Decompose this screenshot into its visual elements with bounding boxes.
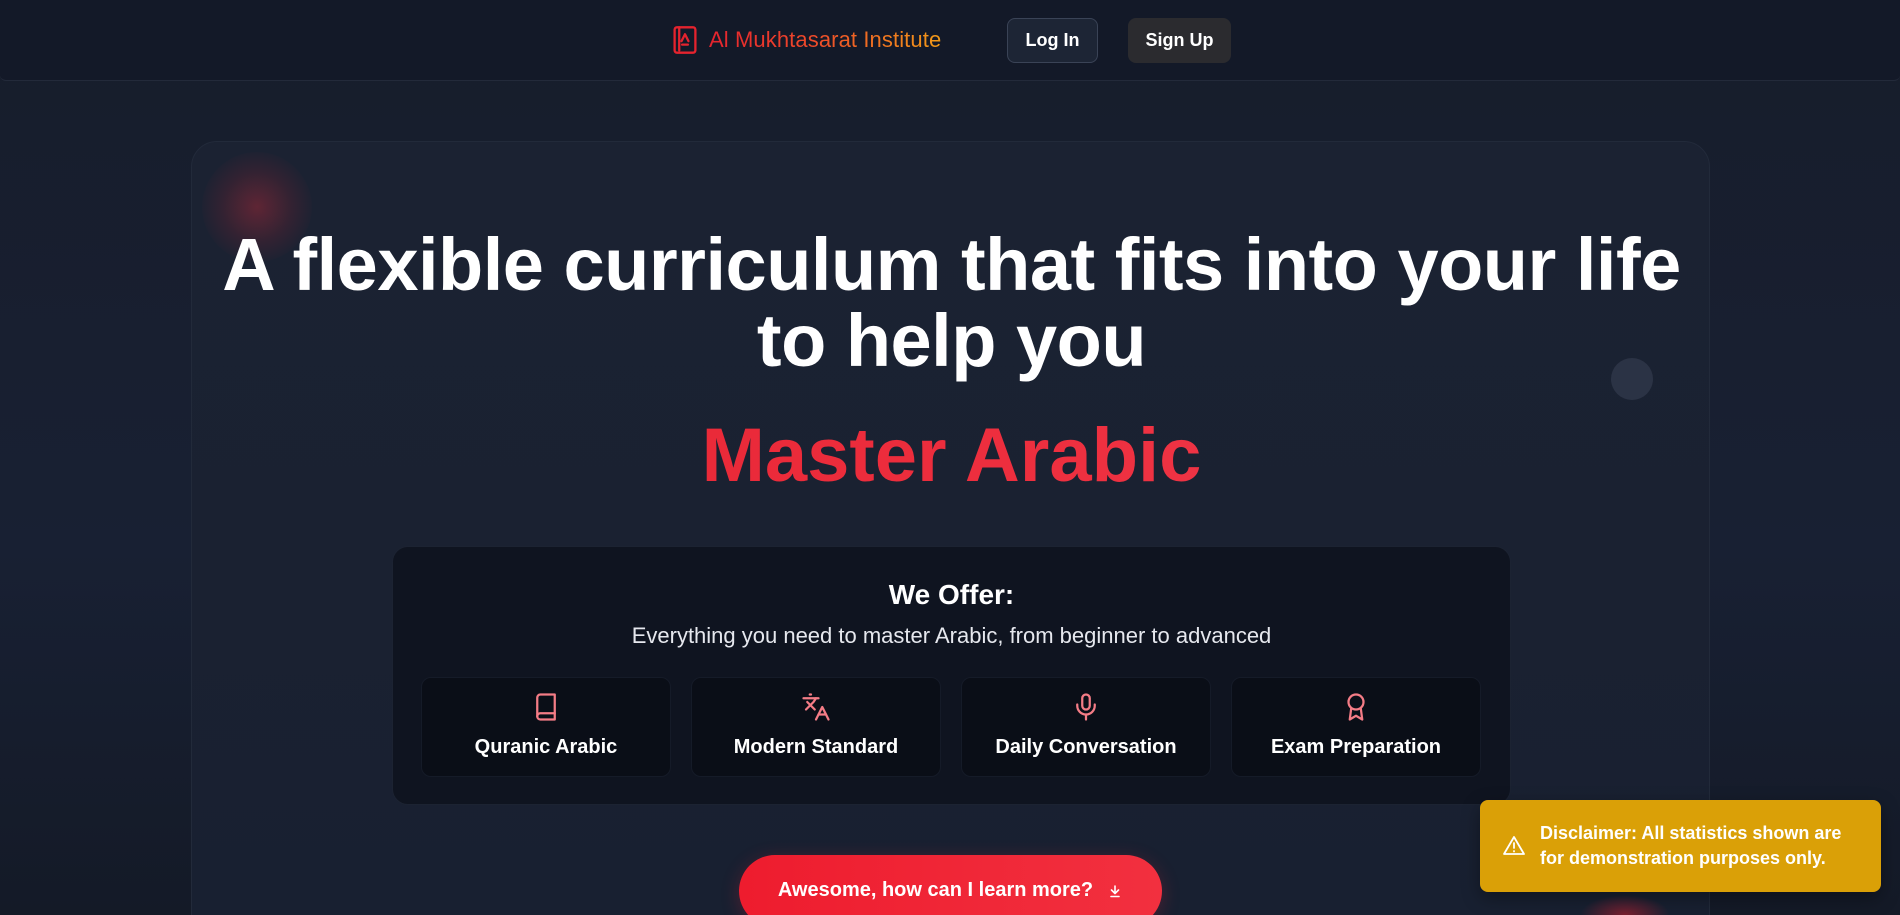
offer-item-exam-preparation[interactable]: Exam Preparation xyxy=(1231,677,1481,777)
warning-icon xyxy=(1503,836,1525,855)
offer-item-modern-standard[interactable]: Modern Standard xyxy=(691,677,941,777)
hero-title: A flexible curriculum that fits into you… xyxy=(222,223,1681,382)
offer-item-label: Quranic Arabic xyxy=(474,736,618,758)
book-icon xyxy=(536,693,556,721)
hero-highlight: Master Arabic xyxy=(192,414,1709,498)
offer-subheading: Everything you need to master Arabic, fr… xyxy=(631,623,1272,648)
book-icon xyxy=(673,26,697,54)
offer-item-label: Modern Standard xyxy=(733,736,899,758)
hero-card: A flexible curriculum that fits into you… xyxy=(191,141,1710,915)
offer-panel: We Offer: Everything you need to master … xyxy=(392,546,1511,805)
offer-heading: We Offer: xyxy=(888,579,1015,610)
disclaimer-text: Disclaimer: All statistics shown are for… xyxy=(1540,823,1842,868)
offer-item-quranic-arabic[interactable]: Quranic Arabic xyxy=(421,677,671,777)
offer-item-daily-conversation[interactable]: Daily Conversation xyxy=(961,677,1211,777)
page: Al Mukhtasarat Institute Log In Sign Up … xyxy=(0,0,1900,915)
learn-more-button[interactable]: Awesome, how can I learn more? xyxy=(739,855,1162,915)
login-button[interactable]: Log In xyxy=(1007,18,1098,63)
offer-item-label: Exam Preparation xyxy=(1270,736,1442,758)
arrow-down-icon xyxy=(1110,885,1120,898)
brand-name: Al Mukhtasarat Institute xyxy=(709,27,942,52)
navbar: Al Mukhtasarat Institute Log In Sign Up xyxy=(0,0,1900,81)
microphone-icon xyxy=(1076,693,1096,721)
brand-logo[interactable]: Al Mukhtasarat Institute xyxy=(671,24,941,56)
languages-icon xyxy=(802,693,830,721)
award-icon xyxy=(1347,693,1365,721)
offer-item-label: Daily Conversation xyxy=(995,736,1177,758)
signup-button[interactable]: Sign Up xyxy=(1128,18,1231,63)
disclaimer-toast: Disclaimer: All statistics shown are for… xyxy=(1480,800,1881,892)
learn-more-label: Awesome, how can I learn more? xyxy=(777,879,1094,901)
